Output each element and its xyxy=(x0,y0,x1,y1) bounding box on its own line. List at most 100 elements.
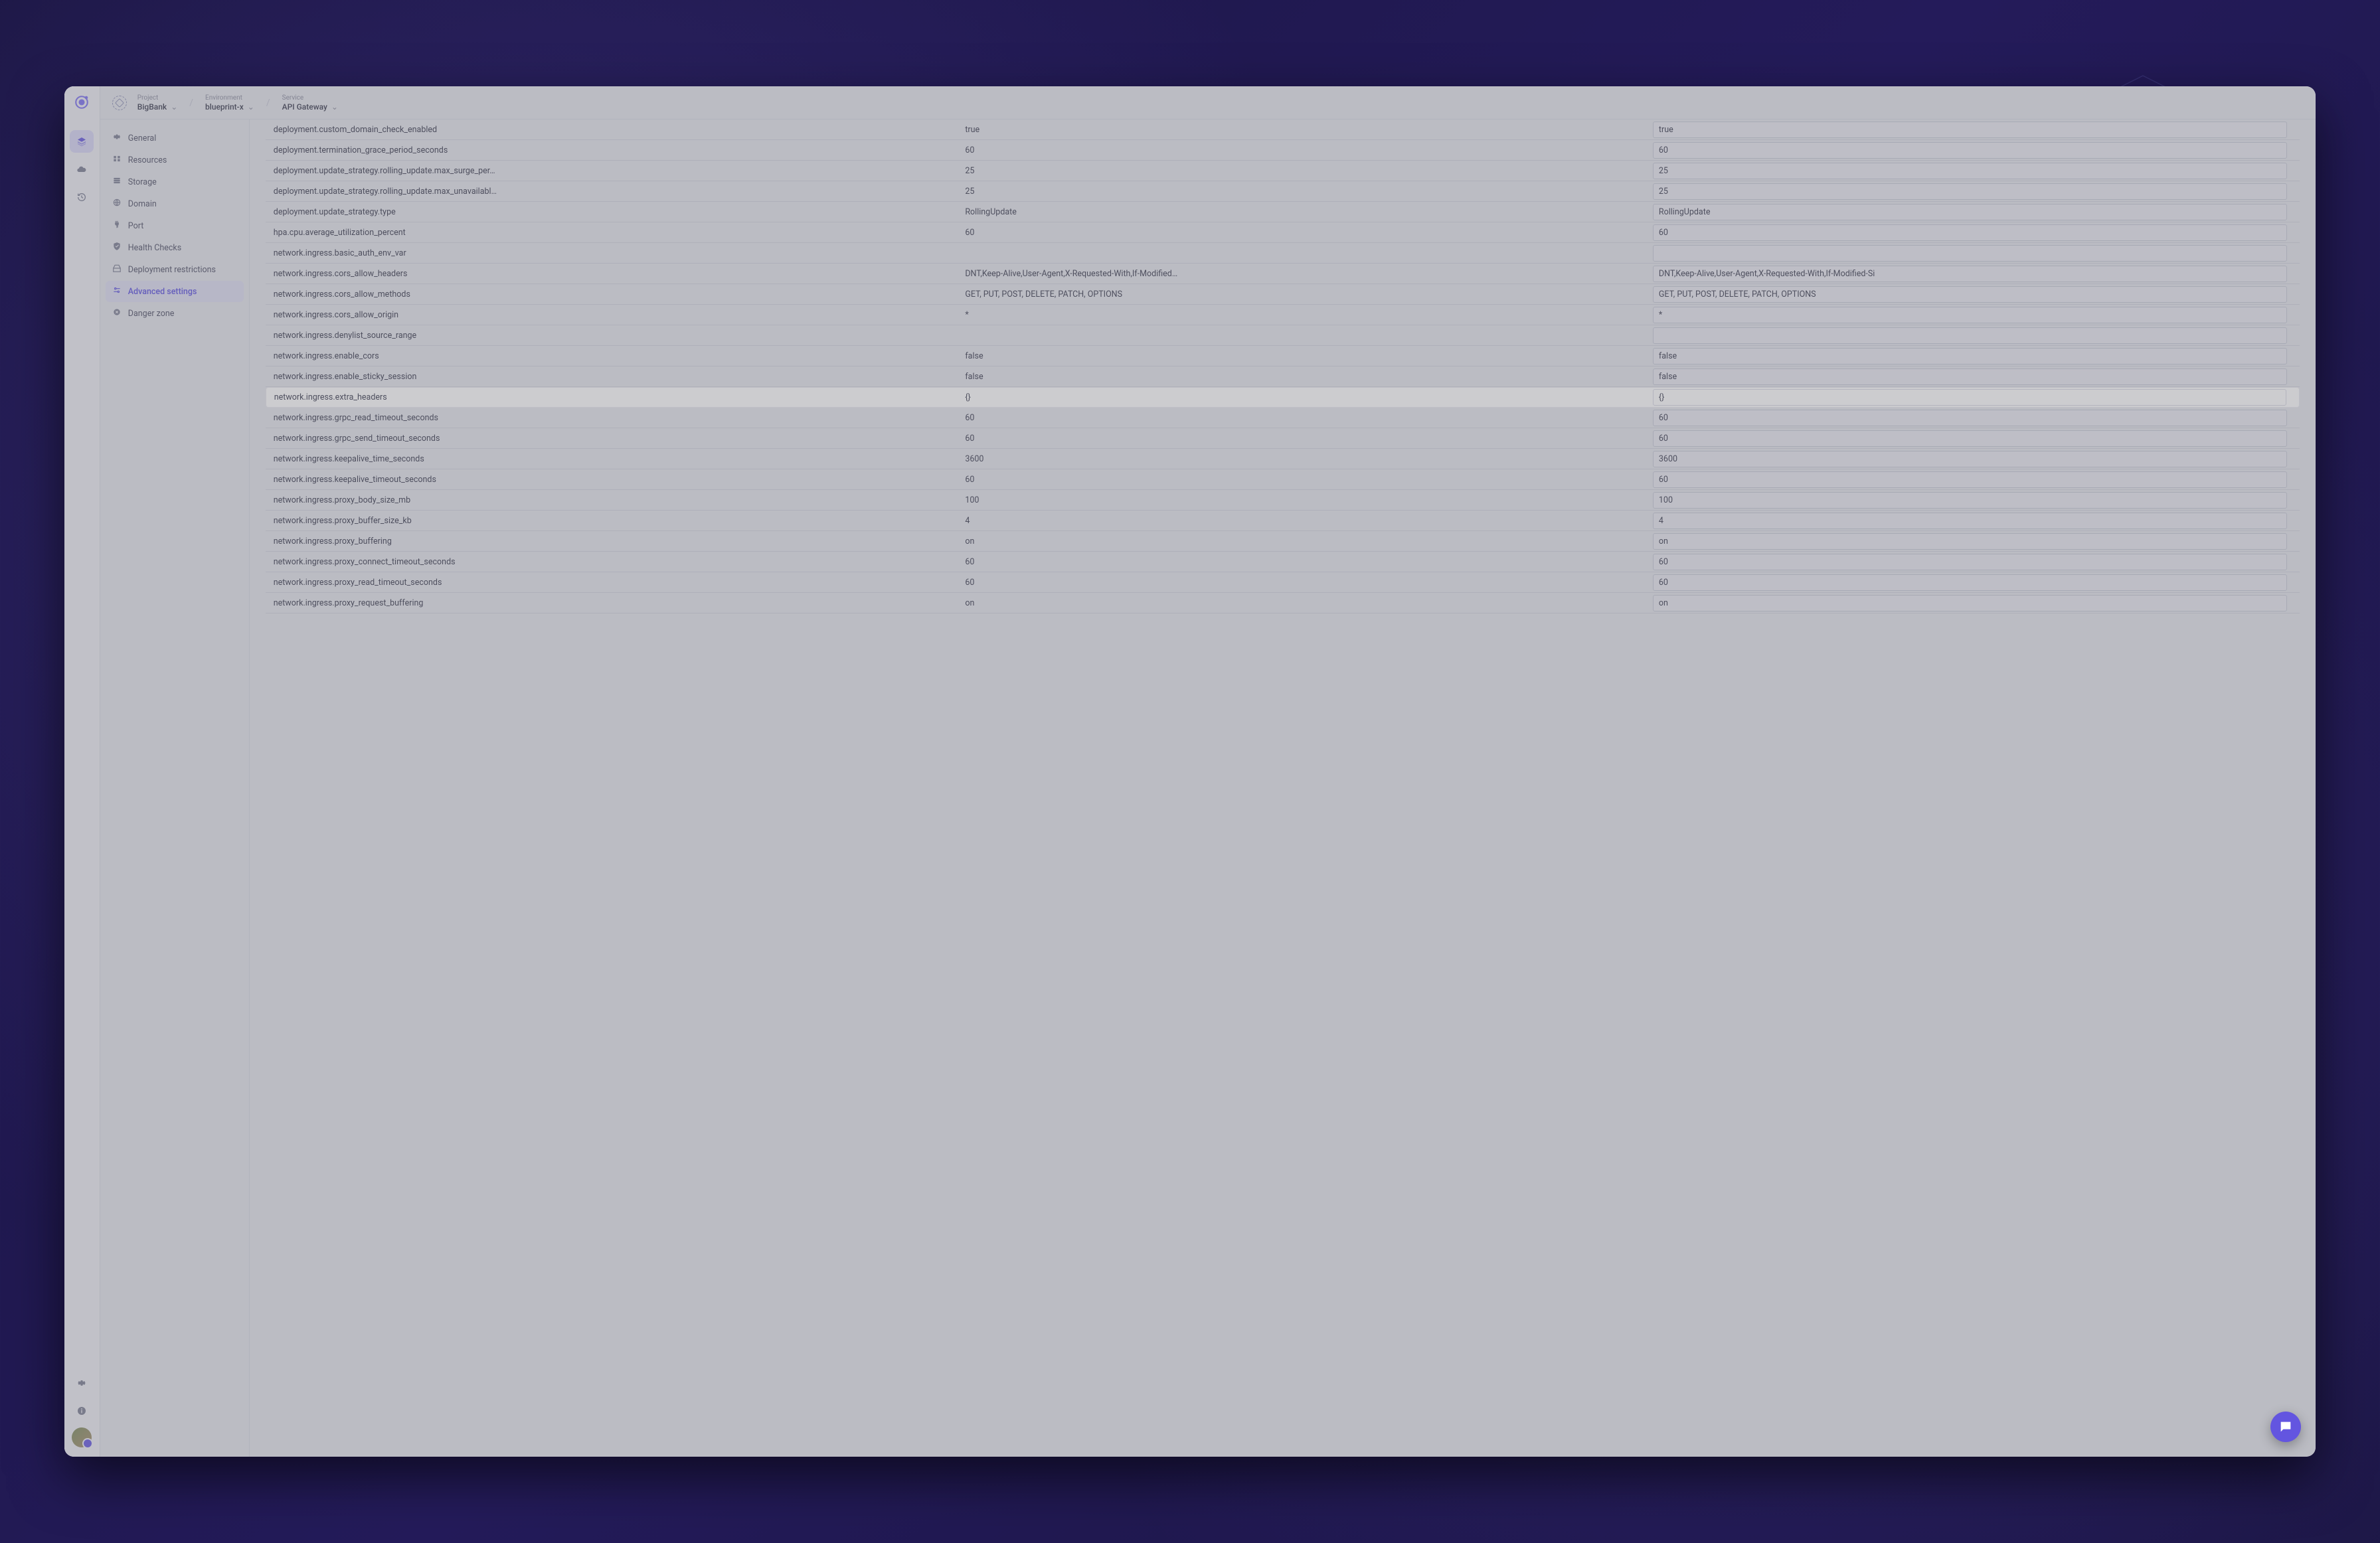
nav-label: Danger zone xyxy=(128,309,175,319)
setting-value-input[interactable] xyxy=(1653,307,2287,323)
setting-key: network.ingress.basic_auth_env_var xyxy=(266,243,958,264)
setting-row: network.ingress.keepalive_timeout_second… xyxy=(266,469,2300,490)
setting-value-input[interactable] xyxy=(1653,142,2287,159)
nav-label: Health Checks xyxy=(128,243,181,253)
setting-row: network.ingress.proxy_bufferingon xyxy=(266,531,2300,552)
setting-value-input[interactable] xyxy=(1653,492,2287,509)
environment-icon xyxy=(112,96,127,110)
user-avatar[interactable] xyxy=(72,1427,92,1447)
setting-default xyxy=(957,325,1649,346)
setting-default: 25 xyxy=(957,161,1649,181)
app-logo xyxy=(72,93,91,112)
rail-item-history[interactable] xyxy=(70,186,94,208)
nav-item-domain[interactable]: Domain xyxy=(106,193,244,214)
chevron-down-icon: ⌄ xyxy=(331,102,338,112)
setting-row: deployment.update_strategy.rolling_updat… xyxy=(266,181,2300,202)
setting-value-input[interactable] xyxy=(1653,183,2287,200)
breadcrumb-environment[interactable]: Environment blueprint-x⌄ xyxy=(205,94,254,112)
setting-default: 60 xyxy=(957,408,1649,428)
setting-default: DNT,Keep-Alive,User-Agent,X-Requested-Wi… xyxy=(957,264,1649,284)
nav-item-port[interactable]: Port xyxy=(106,215,244,236)
nav-icon xyxy=(112,285,122,297)
setting-value-input[interactable] xyxy=(1653,204,2287,220)
setting-value-input[interactable] xyxy=(1653,266,2287,282)
setting-value-input[interactable] xyxy=(1653,451,2287,467)
intercom-button[interactable] xyxy=(2270,1412,2301,1442)
nav-item-resources[interactable]: Resources xyxy=(106,149,244,171)
breadcrumb: Project BigBank⌄ / Environment blueprint… xyxy=(100,86,2316,120)
rail-item-cloud[interactable] xyxy=(70,158,94,181)
nav-label: Deployment restrictions xyxy=(128,265,216,275)
setting-key: deployment.update_strategy.rolling_updat… xyxy=(266,161,958,181)
setting-default: {} xyxy=(957,387,1649,408)
nav-label: Resources xyxy=(128,155,167,165)
setting-row: deployment.update_strategy.typeRollingUp… xyxy=(266,202,2300,222)
setting-key: hpa.cpu.average_utilization_percent xyxy=(266,222,958,243)
nav-item-general[interactable]: General xyxy=(106,127,244,149)
setting-default: 60 xyxy=(957,428,1649,449)
nav-label: Domain xyxy=(128,199,157,209)
nav-label: Advanced settings xyxy=(128,287,197,297)
separator: / xyxy=(189,98,193,108)
setting-key: network.ingress.extra_headers xyxy=(266,387,958,408)
setting-row: network.ingress.grpc_send_timeout_second… xyxy=(266,428,2300,449)
nav-label: General xyxy=(128,133,157,143)
setting-key: network.ingress.proxy_buffer_size_kb xyxy=(266,511,958,531)
setting-value-input[interactable] xyxy=(1653,327,2287,344)
nav-item-deployment-restrictions[interactable]: Deployment restrictions xyxy=(106,259,244,280)
chevron-down-icon: ⌄ xyxy=(171,102,177,112)
setting-value-input[interactable] xyxy=(1653,574,2287,591)
setting-key: network.ingress.proxy_body_size_mb xyxy=(266,490,958,511)
setting-value-input[interactable] xyxy=(1653,163,2287,179)
rail-item-layers[interactable] xyxy=(70,130,94,153)
setting-value-input[interactable] xyxy=(1653,410,2287,426)
nav-item-danger-zone[interactable]: Danger zone xyxy=(106,303,244,324)
setting-key: network.ingress.proxy_read_timeout_secon… xyxy=(266,572,958,593)
setting-key: network.ingress.keepalive_timeout_second… xyxy=(266,469,958,490)
setting-default: on xyxy=(957,531,1649,552)
setting-value-input[interactable] xyxy=(1653,430,2287,447)
setting-value-input[interactable] xyxy=(1653,368,2287,385)
breadcrumb-project[interactable]: Project BigBank⌄ xyxy=(137,94,177,112)
setting-value-input[interactable] xyxy=(1653,533,2287,550)
setting-value-input[interactable] xyxy=(1653,471,2287,488)
setting-default: RollingUpdate xyxy=(957,202,1649,222)
setting-value-input[interactable] xyxy=(1653,389,2286,406)
setting-value-input[interactable] xyxy=(1653,513,2287,529)
setting-row: network.ingress.proxy_body_size_mb100 xyxy=(266,490,2300,511)
setting-default: 60 xyxy=(957,469,1649,490)
setting-default: 3600 xyxy=(957,449,1649,469)
breadcrumb-service[interactable]: Service API Gateway⌄ xyxy=(282,94,338,112)
setting-value-input[interactable] xyxy=(1653,595,2287,611)
setting-key: network.ingress.enable_sticky_session xyxy=(266,366,958,387)
nav-icon xyxy=(112,198,122,210)
setting-value-input[interactable] xyxy=(1653,122,2287,138)
setting-key: network.ingress.keepalive_time_seconds xyxy=(266,449,958,469)
setting-value-input[interactable] xyxy=(1653,348,2287,365)
nav-label: Storage xyxy=(128,177,157,187)
setting-value-input[interactable] xyxy=(1653,554,2287,570)
chevron-down-icon: ⌄ xyxy=(248,102,254,112)
setting-value-input[interactable] xyxy=(1653,286,2287,303)
setting-row: network.ingress.proxy_read_timeout_secon… xyxy=(266,572,2300,593)
settings-table-wrap[interactable]: deployment.custom_domain_check_enabledtr… xyxy=(250,120,2316,1457)
nav-item-advanced-settings[interactable]: Advanced settings xyxy=(106,281,244,302)
setting-default: GET, PUT, POST, DELETE, PATCH, OPTIONS xyxy=(957,284,1649,305)
rail-item-info[interactable] xyxy=(70,1400,94,1422)
breadcrumb-service-label: Service xyxy=(282,94,338,102)
setting-row: network.ingress.proxy_request_bufferingo… xyxy=(266,593,2300,613)
setting-default: false xyxy=(957,366,1649,387)
setting-row: network.ingress.enable_sticky_sessionfal… xyxy=(266,366,2300,387)
settings-nav: General Resources Storage Domain Port Health … xyxy=(100,120,250,1457)
setting-key: network.ingress.cors_allow_methods xyxy=(266,284,958,305)
nav-item-health-checks[interactable]: Health Checks xyxy=(106,237,244,258)
nav-item-storage[interactable]: Storage xyxy=(106,171,244,193)
setting-row: hpa.cpu.average_utilization_percent60 xyxy=(266,222,2300,243)
setting-key: network.ingress.denylist_source_range xyxy=(266,325,958,346)
setting-value-input[interactable] xyxy=(1653,224,2287,241)
setting-default: * xyxy=(957,305,1649,325)
rail-item-settings[interactable] xyxy=(70,1372,94,1394)
setting-row: network.ingress.keepalive_time_seconds36… xyxy=(266,449,2300,469)
setting-value-input[interactable] xyxy=(1653,245,2287,262)
setting-row: deployment.custom_domain_check_enabledtr… xyxy=(266,120,2300,140)
